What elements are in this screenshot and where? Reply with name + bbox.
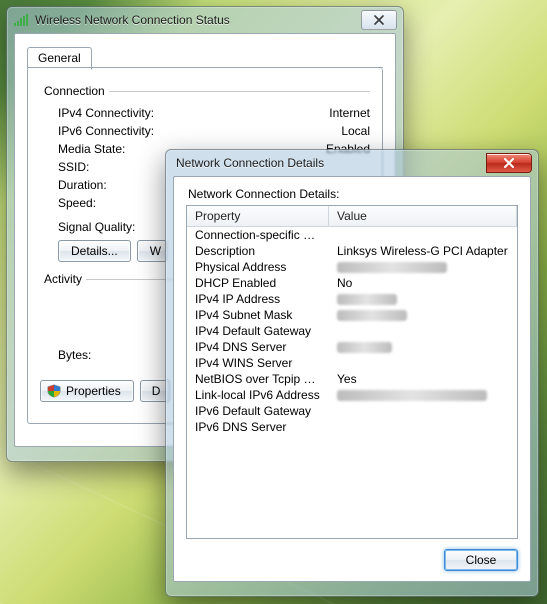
group-legend: Activity (40, 272, 86, 286)
listview-row[interactable]: IPv4 WINS Server (187, 355, 517, 371)
label-media-state: Media State: (58, 142, 125, 156)
redacted-value (337, 310, 407, 321)
close-icon (373, 15, 385, 25)
listview-row[interactable]: NetBIOS over Tcpip En...Yes (187, 371, 517, 387)
redacted-value (337, 390, 487, 401)
cell-property: Link-local IPv6 Address (187, 387, 329, 403)
status-close-button[interactable] (361, 10, 397, 30)
cell-property: DHCP Enabled (187, 275, 329, 291)
listview-header[interactable]: Property Value (187, 206, 517, 227)
details-listview[interactable]: Property Value Connection-specific DN...… (186, 205, 518, 539)
col-value[interactable]: Value (329, 206, 517, 226)
details-window: Network Connection Details Network Conne… (165, 149, 539, 597)
cell-property: IPv4 WINS Server (187, 355, 329, 371)
close-button[interactable]: Close (444, 549, 518, 571)
cell-property: NetBIOS over Tcpip En... (187, 371, 329, 387)
tab-general[interactable]: General (27, 47, 92, 70)
listview-row[interactable]: IPv4 IP Address (187, 291, 517, 307)
tab-label: General (38, 51, 81, 65)
cell-property: IPv6 Default Gateway (187, 403, 329, 419)
cell-value (329, 387, 517, 403)
group-legend: Connection (40, 84, 109, 98)
details-close-button[interactable] (486, 153, 532, 173)
cell-value (329, 291, 517, 307)
wireless-properties-label: W (150, 244, 161, 258)
label-bytes: Bytes: (58, 348, 118, 362)
cell-value (329, 403, 517, 419)
listview-row[interactable]: Connection-specific DN... (187, 227, 517, 243)
status-titlebar[interactable]: Wireless Network Connection Status (7, 7, 403, 33)
details-title: Network Connection Details (172, 156, 480, 170)
details-button[interactable]: Details... (58, 240, 131, 262)
cell-property: IPv6 DNS Server (187, 419, 329, 435)
close-icon (502, 158, 516, 168)
cell-property: Physical Address (187, 259, 329, 275)
listview-row[interactable]: DescriptionLinksys Wireless-G PCI Adapte… (187, 243, 517, 259)
cell-value: Yes (329, 371, 517, 387)
redacted-value (337, 294, 397, 305)
status-tabstrip: General (27, 44, 383, 68)
listview-row[interactable]: IPv6 DNS Server (187, 419, 517, 435)
properties-button-label: Properties (66, 384, 121, 398)
cell-value (329, 227, 517, 243)
close-button-label: Close (466, 553, 497, 567)
label-ipv4-connectivity: IPv4 Connectivity: (58, 106, 154, 120)
cell-property: Connection-specific DN... (187, 227, 329, 243)
cell-value (329, 307, 517, 323)
listview-row[interactable]: Link-local IPv6 Address (187, 387, 517, 403)
cell-property: IPv4 Default Gateway (187, 323, 329, 339)
cell-property: IPv4 DNS Server (187, 339, 329, 355)
cell-property: Description (187, 243, 329, 259)
signal-icon (13, 13, 29, 27)
cell-value (329, 259, 517, 275)
listview-row[interactable]: IPv4 Default Gateway (187, 323, 517, 339)
label-speed: Speed: (58, 196, 96, 210)
value-ipv4-connectivity: Internet (329, 106, 370, 120)
wireless-properties-button[interactable]: W (137, 240, 167, 262)
redacted-value (337, 262, 447, 273)
listview-row[interactable]: IPv4 Subnet Mask (187, 307, 517, 323)
details-heading: Network Connection Details: (188, 187, 518, 201)
status-title: Wireless Network Connection Status (35, 13, 355, 27)
shield-icon (47, 384, 61, 398)
cell-value: No (329, 275, 517, 291)
col-property[interactable]: Property (187, 206, 329, 226)
listview-row[interactable]: DHCP EnabledNo (187, 275, 517, 291)
listview-row[interactable]: Physical Address (187, 259, 517, 275)
label-ipv6-connectivity: IPv6 Connectivity: (58, 124, 154, 138)
label-ssid: SSID: (58, 160, 89, 174)
cell-property: IPv4 Subnet Mask (187, 307, 329, 323)
listview-row[interactable]: IPv6 Default Gateway (187, 403, 517, 419)
cell-value (329, 355, 517, 371)
cell-property: IPv4 IP Address (187, 291, 329, 307)
redacted-value (337, 342, 392, 353)
properties-button[interactable]: Properties (40, 380, 134, 402)
label-duration: Duration: (58, 178, 107, 192)
cell-value (329, 339, 517, 355)
details-titlebar[interactable]: Network Connection Details (166, 150, 538, 176)
value-ipv6-connectivity: Local (341, 124, 370, 138)
disable-button-label: D (152, 384, 161, 398)
details-button-label: Details... (71, 244, 118, 258)
label-signal-quality: Signal Quality: (58, 220, 135, 234)
cell-value (329, 419, 517, 435)
listview-row[interactable]: IPv4 DNS Server (187, 339, 517, 355)
cell-value (329, 323, 517, 339)
cell-value: Linksys Wireless-G PCI Adapter (329, 243, 517, 259)
